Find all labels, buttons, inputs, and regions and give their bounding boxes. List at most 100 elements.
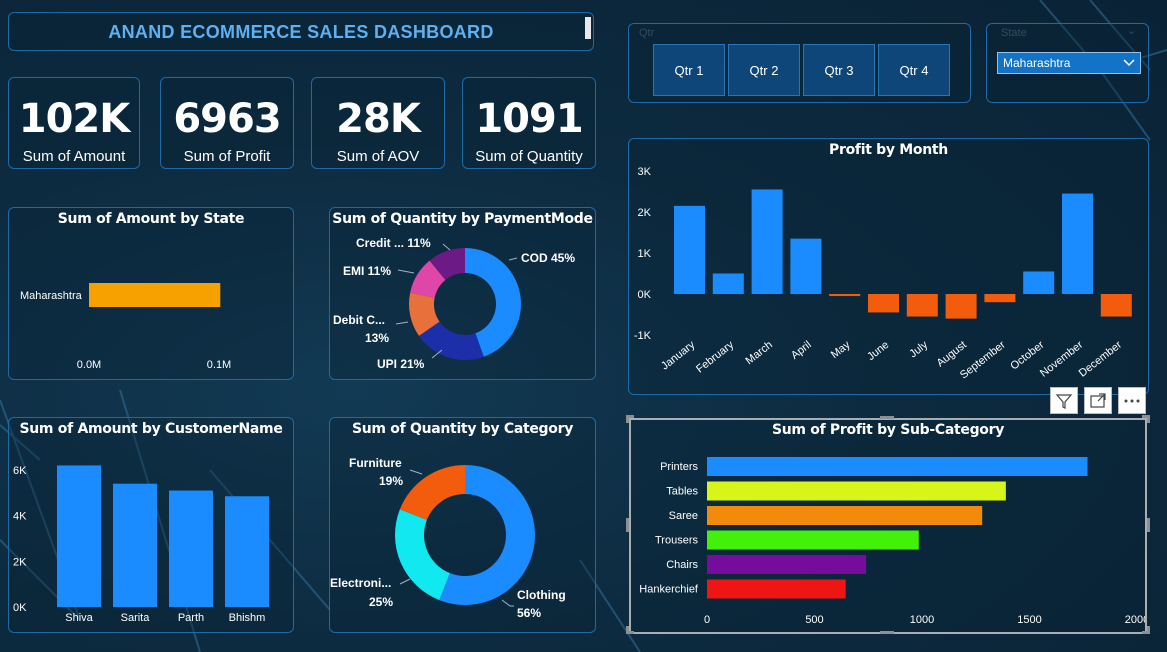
quarter-button-1[interactable]: Qtr 1 (653, 44, 725, 96)
amount-by-customer-chart[interactable]: Sum of Amount by CustomerName 0K 2K 4K 6K Sh… (8, 417, 294, 633)
profit-by-month-svg: -1K 0K 1K 2K 3K JanuaryFebruary March April May J… (634, 166, 1132, 381)
focus-mode-icon (1090, 392, 1106, 408)
leader-line (395, 321, 409, 325)
x-tick-label: August (935, 339, 969, 370)
dashboard-title: ANAND ECOMMERCE SALES DASHBOARD (108, 22, 494, 42)
quarter-slicer-label: Qtr (639, 27, 655, 39)
bar (1062, 193, 1093, 294)
y-tick-label: 2K (13, 556, 27, 568)
chart-title: Sum of Amount by State (57, 211, 245, 227)
kpi-value: 28K (336, 96, 421, 142)
quantity-by-paymentmode-chart[interactable]: Sum of Quantity by PaymentMode COD 45% UP… (329, 207, 596, 380)
more-options-button[interactable] (1118, 387, 1146, 414)
state-dropdown-value: Maharashtra (1003, 56, 1071, 70)
state-dropdown[interactable]: Maharashtra (997, 52, 1141, 74)
bar (945, 294, 977, 319)
bar (225, 496, 269, 607)
category-donut-svg: Clothing 56% Electroni... 25% Furniture 19% (330, 456, 566, 620)
resize-handle[interactable] (626, 415, 629, 423)
x-tick-label: 0.1M (207, 359, 231, 371)
slice-label: Furniture (349, 456, 402, 470)
x-tick-label: January (659, 339, 698, 373)
leader-line (442, 243, 451, 251)
quarter-button-2[interactable]: Qtr 2 (728, 44, 800, 96)
resize-handle[interactable] (626, 518, 629, 532)
amount-by-state-chart[interactable]: Sum of Amount by State Maharashtra 0.0M 0.… (8, 207, 294, 380)
more-options-icon (1124, 399, 1140, 402)
slice-label: Credit ... 11% (356, 236, 431, 250)
slice-label: 25% (369, 595, 393, 609)
x-tick-label: July (907, 339, 930, 361)
leader-line (501, 599, 514, 607)
profit-by-month-chart[interactable]: Profit by Month -1K 0K 1K 2K 3K January Februa… (628, 138, 1149, 395)
x-tick-label: Parth (178, 612, 204, 624)
slice-label: 19% (379, 474, 403, 488)
quarter-slicer: Qtr Qtr 1 Qtr 2 Qtr 3 Qtr 4 (628, 23, 971, 103)
x-tick-label: March (743, 339, 774, 367)
x-tick-label: Shiva (65, 612, 93, 624)
dashboard-title-panel: ANAND ECOMMERCE SALES DASHBOARD (8, 12, 594, 51)
filter-icon (1055, 393, 1073, 409)
quarter-button-4[interactable]: Qtr 4 (878, 44, 950, 96)
slice-label: 56% (517, 606, 541, 620)
amount-by-state-svg: Maharashtra 0.0M 0.1M (20, 283, 231, 371)
resize-handle[interactable] (1147, 415, 1150, 423)
kpi-label: Sum of Profit (183, 148, 271, 165)
resize-handle[interactable] (1147, 518, 1150, 532)
bar (89, 283, 221, 307)
slice-label: Electroni... (330, 576, 391, 590)
state-slicer-label: State (1001, 27, 1027, 39)
kpi-value: 6963 (173, 96, 281, 142)
focus-mode-button[interactable] (1084, 387, 1112, 414)
y-tick-label: 6K (13, 465, 27, 477)
kpi-label: Sum of AOV (336, 148, 420, 165)
donut-slice (399, 465, 465, 520)
leader-line (409, 469, 423, 475)
bar (57, 465, 101, 607)
slice-label: COD 45% (521, 251, 575, 265)
kpi-card-amount[interactable]: 102K Sum of Amount (8, 77, 140, 169)
title-scrollbar[interactable] (585, 17, 591, 39)
kpi-card-profit[interactable]: 6963 Sum of Profit (160, 77, 294, 169)
x-tick-label: February (694, 339, 736, 376)
state-slicer: State ⌄ Maharashtra (986, 23, 1149, 103)
resize-handle[interactable] (1147, 626, 1150, 634)
x-tick-label: Bhishm (229, 612, 266, 624)
leader-line (397, 269, 415, 274)
kpi-card-quantity[interactable]: 1091 Sum of Quantity (462, 77, 596, 169)
filter-button[interactable] (1050, 387, 1078, 414)
resize-handle[interactable] (626, 626, 629, 634)
slicer-chevron-icon[interactable]: ⌄ (1127, 24, 1136, 37)
resize-handle[interactable] (880, 631, 894, 634)
kpi-card-aov[interactable]: 28K Sum of AOV (311, 77, 445, 169)
bar (906, 294, 938, 317)
slice-label: Clothing (517, 588, 566, 602)
y-tick-label: 0K (13, 602, 27, 614)
y-tick-label: 0K (638, 289, 652, 301)
x-tick-label: April (789, 339, 814, 362)
y-tick-label: 4K (13, 511, 27, 523)
y-tick-label: 2K (638, 207, 652, 219)
bar-label: Maharashtra (20, 290, 83, 302)
slice-label: 13% (365, 331, 389, 345)
quantity-by-category-chart[interactable]: Sum of Quantity by Category Clothing 56% E… (329, 417, 596, 633)
visual-selection-frame[interactable] (629, 418, 1147, 634)
resize-handle[interactable] (880, 416, 894, 419)
slice-label: UPI 21% (377, 357, 425, 371)
bar (712, 273, 744, 294)
bar (790, 238, 822, 294)
x-tick-label: 0.0M (77, 359, 101, 371)
bar (113, 483, 157, 607)
x-tick-label: May (829, 339, 853, 362)
bar (984, 294, 1016, 303)
y-tick-label: 1K (638, 248, 652, 260)
kpi-label: Sum of Quantity (475, 148, 583, 165)
quarter-button-3[interactable]: Qtr 3 (803, 44, 875, 96)
amount-by-customer-svg: 0K 2K 4K 6K Shiva Sarita Parth Bhishm (13, 465, 269, 624)
bar (751, 189, 783, 294)
bar (674, 205, 705, 294)
kpi-value: 1091 (475, 96, 583, 142)
y-tick-label: 3K (638, 166, 652, 178)
chart-title: Sum of Quantity by Category (351, 421, 574, 437)
kpi-label: Sum of Amount (22, 148, 126, 165)
